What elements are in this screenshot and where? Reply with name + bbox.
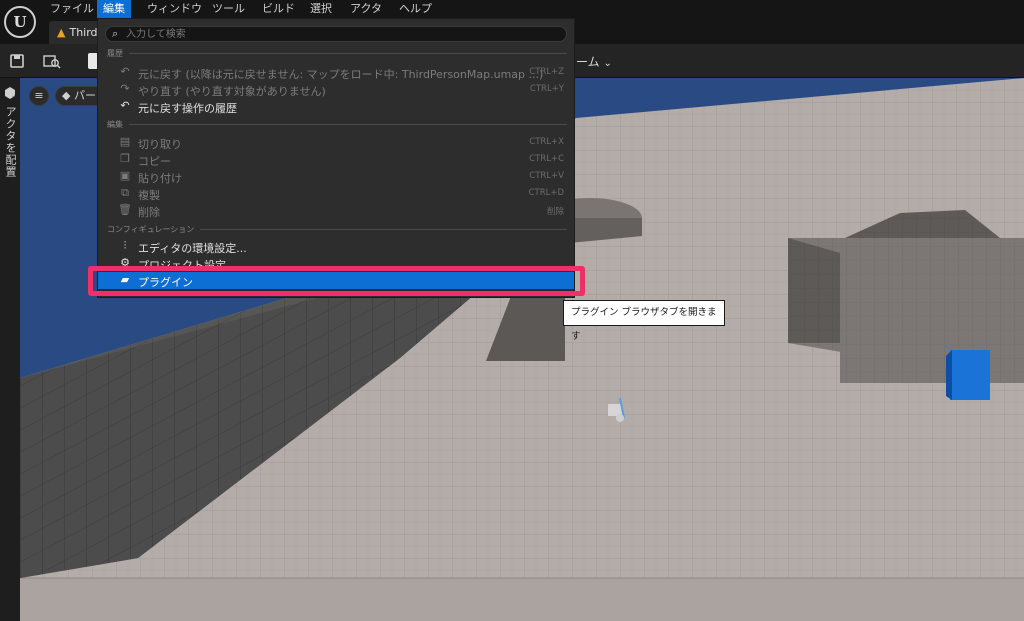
menu-item-label: エディタの環境設定... — [138, 242, 247, 255]
menu-item-shortcut: CTRL+V — [529, 171, 564, 181]
menu-item-undo-history[interactable]: ↶ 元に戻す操作の履歴 — [98, 98, 574, 115]
svg-text:+: + — [12, 93, 17, 100]
menu-item-label: コピー — [138, 155, 171, 168]
viewport-menu-button[interactable]: ≡ — [29, 86, 49, 106]
menu-item-label: 削除 — [138, 206, 160, 219]
save-icon[interactable] — [9, 53, 25, 69]
highlight-annotation-frame — [88, 266, 585, 296]
plugins-tooltip: プラグイン ブラウザタブを開きます — [563, 300, 725, 342]
section-history-label: 履歴 — [107, 48, 123, 58]
tab-title: Third — [69, 26, 98, 39]
editor-preferences-icon: ⫶ — [123, 239, 127, 252]
menu-item-redo[interactable]: ↷ やり直す (やり直す対象がありません) CTRL+Y — [98, 81, 574, 98]
menu-edit[interactable]: 編集 — [97, 0, 131, 18]
play-mode-label: ーム — [576, 55, 600, 69]
section-edit-label: 編集 — [107, 119, 123, 129]
search-icon: ⌕ — [112, 27, 119, 40]
chevron-down-icon: ⌄ — [603, 58, 612, 69]
section-history: 履歴 — [107, 47, 567, 59]
menu-item-editor-preferences[interactable]: ⫶ エディタの環境設定... — [98, 238, 574, 255]
menu-item-undo[interactable]: ↶ 元に戻す (以降は元に戻せません: マップをロード中: ThirdPerso… — [98, 64, 574, 81]
menu-item-label: 切り取り — [138, 138, 182, 151]
menu-item-shortcut: CTRL+Y — [529, 84, 564, 94]
unreal-logo[interactable]: U — [0, 0, 40, 44]
menu-window[interactable]: ウィンドウ — [141, 0, 208, 18]
viewport-view-label: パー — [73, 89, 96, 102]
edit-dropdown-menu: ⌕ 履歴 ↶ 元に戻す (以降は元に戻せません: マップをロード中: Third… — [97, 18, 575, 298]
menu-item-shortcut: CTRL+D — [528, 188, 564, 198]
menu-item-duplicate[interactable]: ⧉ 複製 CTRL+D — [98, 185, 574, 202]
delete-icon: 🗑 — [118, 203, 132, 216]
menu-item-label: 複製 — [138, 189, 160, 202]
menu-item-shortcut: CTRL+X — [529, 137, 564, 147]
menu-item-label: 貼り付け — [138, 172, 182, 185]
section-edit: 編集 — [107, 118, 567, 130]
menu-item-label: やり直す (やり直す対象がありません) — [138, 85, 326, 98]
left-side-strip: + アクタを配置 — [0, 78, 20, 621]
section-configuration-label: コンフィギュレーション — [107, 224, 195, 234]
unreal-logo-icon: U — [4, 6, 36, 38]
undo-history-icon: ↶ — [120, 99, 130, 112]
menu-item-cut[interactable]: ▤ 切り取り CTRL+X — [98, 134, 574, 151]
menu-build[interactable]: ビルド — [256, 0, 301, 18]
undo-icon: ↶ — [120, 65, 130, 78]
hamburger-icon: ≡ — [34, 89, 44, 102]
menu-search-input[interactable] — [126, 28, 556, 40]
cube-icon: ◆ — [62, 89, 71, 102]
menu-search-box[interactable]: ⌕ — [105, 26, 567, 42]
menu-tools[interactable]: ツール — [206, 0, 251, 18]
duplicate-icon: ⧉ — [121, 186, 129, 199]
menu-item-label: 元に戻す操作の履歴 — [138, 102, 237, 115]
menu-file[interactable]: ファイル — [44, 0, 100, 18]
menu-help[interactable]: ヘルプ — [393, 0, 438, 18]
menu-actor[interactable]: アクタ — [344, 0, 388, 18]
menu-item-shortcut: CTRL+Z — [529, 67, 564, 77]
browse-content-icon[interactable] — [43, 53, 61, 69]
level-icon: ▲ — [57, 26, 66, 39]
section-configuration: コンフィギュレーション — [107, 223, 567, 235]
menu-item-delete[interactable]: 🗑 削除 削除 — [98, 202, 574, 219]
copy-icon: ❐ — [120, 152, 130, 165]
menu-bar: ファイル 編集 ウィンドウ ツール ビルド 選択 アクタ ヘルプ — [0, 0, 1024, 18]
menu-item-paste[interactable]: ▣ 貼り付け CTRL+V — [98, 168, 574, 185]
play-mode-dropdown[interactable]: ーム ⌄ — [576, 53, 612, 70]
menu-item-copy[interactable]: ❐ コピー CTRL+C — [98, 151, 574, 168]
cut-icon: ▤ — [119, 135, 131, 148]
menu-item-label: 元に戻す (以降は元に戻せません: マップをロード中: ThirdPersonM… — [138, 68, 544, 81]
menu-item-shortcut: CTRL+C — [529, 154, 564, 164]
menu-item-shortcut: 削除 — [546, 207, 564, 217]
place-actors-icon[interactable]: + — [3, 86, 18, 101]
place-actors-tab-label[interactable]: アクタを配置 — [2, 106, 18, 178]
paste-icon: ▣ — [119, 169, 131, 182]
redo-icon: ↷ — [120, 82, 130, 95]
menu-select[interactable]: 選択 — [304, 0, 338, 18]
